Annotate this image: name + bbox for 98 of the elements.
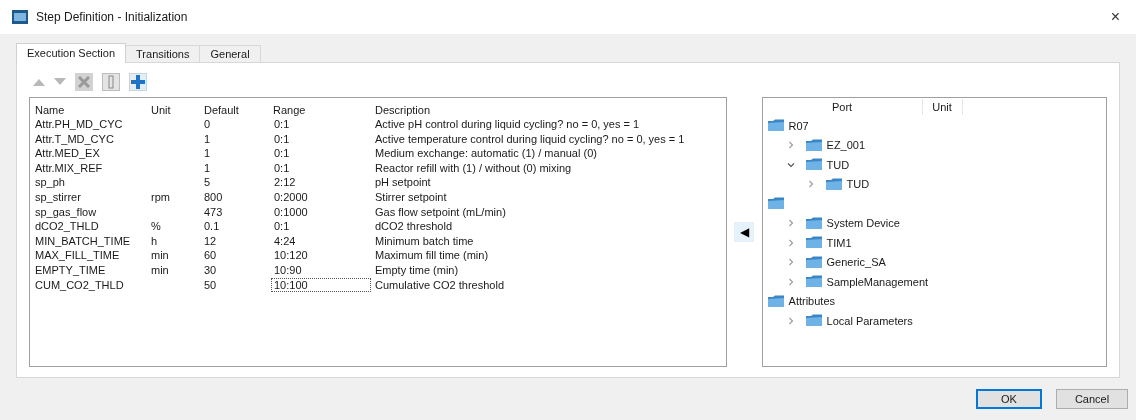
- table-cell: MAX_FILL_TIME: [35, 249, 120, 262]
- folder-icon: [804, 275, 823, 289]
- tree-item-label[interactable]: SampleManagement: [826, 273, 929, 290]
- table-cell: Reactor refill with (1) / without (0) mixing: [375, 161, 572, 174]
- table-cell: Maximum fill time (min): [375, 249, 489, 262]
- chevron-right-icon[interactable]: [786, 238, 795, 247]
- plus-icon[interactable]: [129, 73, 147, 91]
- table-cell: rpm: [151, 191, 170, 203]
- column-header: Name: [35, 103, 66, 117]
- folder-icon: [804, 216, 823, 230]
- chevron-right-icon[interactable]: [786, 141, 795, 150]
- chevron-right-icon[interactable]: [786, 277, 795, 286]
- cancel-button[interactable]: Cancel: [1056, 389, 1128, 409]
- table-cell: Minimum batch time: [375, 234, 474, 247]
- tree-item-label[interactable]: Attributes: [788, 293, 835, 310]
- table-cell: 0:2000: [273, 190, 309, 204]
- table-cell: 10:100: [271, 277, 371, 292]
- table-cell: pH setpoint: [375, 176, 431, 189]
- table-cell: %: [151, 220, 161, 233]
- table-cell: 30: [204, 264, 217, 276]
- tree-item-label[interactable]: TUD: [826, 156, 850, 173]
- tab[interactable]: General: [199, 45, 261, 63]
- table-cell: 2:12: [273, 175, 297, 190]
- tree-item-label[interactable]: R07: [788, 117, 809, 134]
- table-cell: sp_ph: [35, 176, 65, 189]
- folder-icon: [824, 177, 843, 191]
- chevron-down-icon[interactable]: [786, 160, 795, 169]
- chevron-right-icon[interactable]: [786, 316, 795, 325]
- table-cell: min: [151, 264, 169, 276]
- table-cell: 0:1000: [273, 204, 309, 219]
- column-header: Default: [204, 103, 240, 117]
- table-cell: 4:24: [273, 233, 297, 248]
- table-cell: 1: [204, 161, 211, 174]
- table-cell: 60: [204, 249, 217, 262]
- folder-icon: [804, 158, 823, 172]
- table-cell: 800: [204, 191, 223, 203]
- column-header: Port: [762, 98, 923, 116]
- tree-item-label[interactable]: TIM1: [826, 234, 852, 251]
- table-cell: 1: [204, 147, 211, 160]
- table-cell: Cumulative CO2 threshold: [375, 278, 504, 291]
- tree-item-label[interactable]: Local Parameters: [826, 312, 913, 329]
- table-cell: 0:1: [273, 146, 291, 161]
- tree-item-label[interactable]: TUD: [846, 176, 870, 193]
- column-header: Range: [273, 103, 307, 117]
- table-cell: Gas flow setpoint (mL/min): [375, 205, 506, 218]
- table-cell: 12: [204, 234, 217, 247]
- folder-icon: [804, 255, 823, 269]
- table-cell: Attr.MIX_REF: [35, 161, 103, 174]
- table-cell: EMPTY_TIME: [35, 264, 106, 276]
- folder-icon: [804, 314, 823, 328]
- table-cell: Active pH control during liquid cycling? no = 0, yes = 1: [375, 118, 640, 131]
- transfer-button[interactable]: ◀: [734, 222, 755, 242]
- chevron-right-icon[interactable]: [786, 258, 795, 267]
- folder-icon: [804, 138, 823, 152]
- table-cell: Empty time (min): [375, 264, 459, 276]
- table-cell: 0:1: [273, 131, 291, 146]
- table-cell: Medium exchange: automatic (1) / manual (0): [375, 147, 597, 160]
- table-cell: 0.1: [204, 220, 220, 233]
- table-cell: 0: [204, 118, 211, 131]
- table-cell: sp_stirrer: [35, 191, 81, 203]
- table-cell: 10:120: [273, 248, 309, 263]
- table-cell: Attr.MED_EX: [35, 147, 100, 160]
- column-header: Unit: [922, 98, 963, 116]
- table-cell: 0:1: [273, 160, 291, 175]
- folder-icon: [766, 119, 785, 133]
- table-cell: Attr.PH_MD_CYC: [35, 118, 123, 131]
- tree-item-label[interactable]: EZ_001: [826, 137, 866, 154]
- chevron-right-icon[interactable]: [806, 180, 815, 189]
- table-cell: 5: [204, 176, 211, 189]
- folder-icon: [804, 236, 823, 250]
- tab[interactable]: Execution Section: [16, 43, 127, 63]
- table-cell: Stirrer setpoint: [375, 191, 447, 203]
- tree-item-label[interactable]: Generic_SA: [826, 254, 886, 271]
- table-cell: h: [151, 234, 158, 247]
- table-cell: CUM_CO2_THLD: [35, 278, 124, 291]
- folder-icon: [766, 294, 785, 308]
- window-title: Step Definition - Initialization: [36, 9, 188, 26]
- table-cell: sp_gas_flow: [35, 205, 97, 218]
- column-header: Unit: [151, 103, 172, 117]
- tree-item-label[interactable]: System Device: [826, 215, 900, 232]
- table-cell: dCO2_THLD: [35, 220, 99, 233]
- close-button[interactable]: ×: [1106, 5, 1124, 29]
- table-cell: 10:90: [273, 263, 303, 277]
- table-cell: 50: [204, 278, 217, 291]
- app-icon: [12, 10, 28, 24]
- table-cell: 0:1: [273, 219, 291, 234]
- column-header: Description: [375, 103, 432, 117]
- table-cell: Active temperature control during liquid cycling? no = 0, yes = 1: [375, 132, 685, 145]
- table-cell: 473: [204, 205, 223, 218]
- ok-button[interactable]: OK: [976, 389, 1042, 409]
- table-cell: MIN_BATCH_TIME: [35, 234, 131, 247]
- table-cell: 1: [204, 132, 211, 145]
- folder-icon: [766, 197, 785, 211]
- chevron-right-icon[interactable]: [786, 219, 795, 228]
- table-cell: Attr.T_MD_CYC: [35, 132, 114, 145]
- table-cell: min: [151, 249, 169, 262]
- table-cell: 0:1: [273, 117, 291, 132]
- table-cell: dCO2 threshold: [375, 220, 453, 233]
